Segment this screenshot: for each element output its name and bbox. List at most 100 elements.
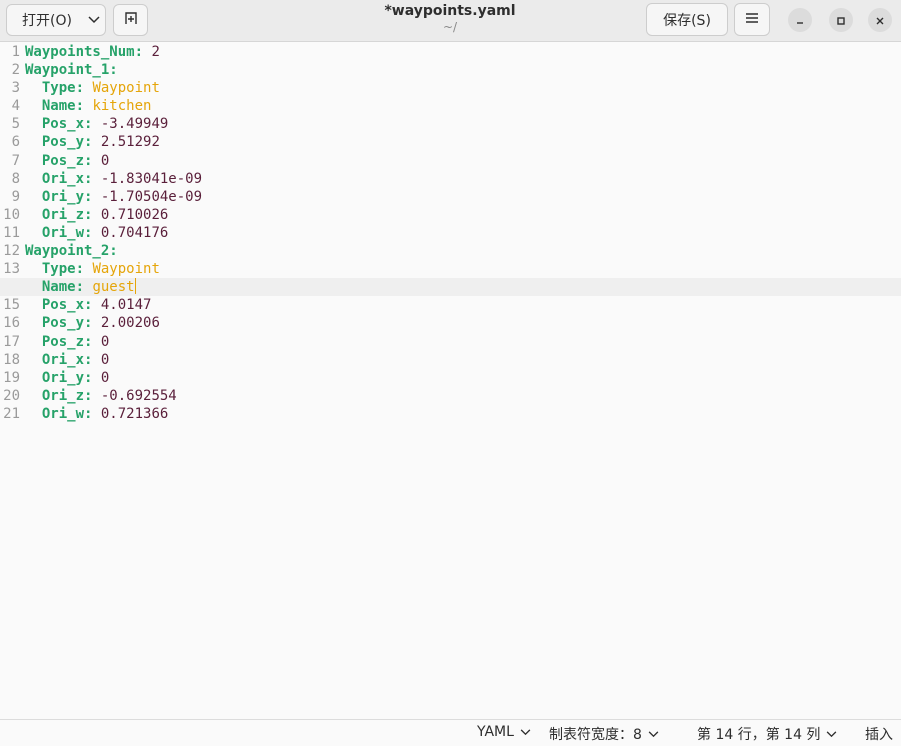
line-number: 19: [3, 369, 20, 386]
yaml-value: 2: [143, 44, 160, 60]
yaml-key: Pos_y: [41, 315, 85, 332]
yaml-key: Name: [41, 279, 76, 296]
yaml-key: Ori_w: [41, 224, 85, 241]
document-title: *waypoints.yaml: [384, 3, 516, 19]
minimize-icon: [795, 11, 805, 30]
yaml-key: Ori_y: [41, 188, 85, 205]
code-line[interactable]: Ori_z: 0.710026: [25, 206, 901, 224]
line-number: 7: [11, 152, 20, 169]
line-number-gutter: 123456789101112131415161718192021: [0, 43, 20, 423]
tab-width-selector[interactable]: 制表符宽度：8: [549, 724, 659, 744]
yaml-value: 2.00206: [92, 315, 160, 332]
code-line[interactable]: Ori_y: 0: [25, 369, 901, 387]
yaml-separator: :: [75, 98, 85, 115]
code-line[interactable]: Waypoint_2:: [25, 242, 901, 260]
code-line[interactable]: Waypoint_1:: [25, 61, 901, 79]
line-number: 20: [3, 387, 20, 404]
yaml-value: 0.721366: [92, 405, 169, 422]
line-number: 13: [3, 261, 20, 278]
yaml-separator: :: [134, 44, 144, 60]
yaml-value: guest: [84, 279, 135, 296]
line-number: 10: [3, 206, 20, 223]
code-line[interactable]: Ori_w: 0.721366: [25, 405, 901, 423]
code-line[interactable]: Waypoints_Num: 2: [25, 43, 901, 61]
code-line[interactable]: Type: Waypoint: [25, 260, 901, 278]
code-line[interactable]: Pos_z: 0: [25, 333, 901, 351]
cursor-position-selector[interactable]: 第 14 行，第 14 列: [697, 724, 837, 744]
yaml-key: Ori_x: [41, 351, 85, 368]
tab-width-label: 制表符宽度：8: [549, 727, 642, 743]
yaml-value: Waypoint: [84, 261, 160, 278]
code-line[interactable]: Name: guest: [0, 278, 901, 297]
open-button[interactable]: 打开(O): [6, 4, 106, 36]
status-bar: YAML 制表符宽度：8 第 14 行，第 14 列 插入: [0, 719, 901, 746]
line-number: 21: [3, 405, 20, 422]
line-number: 1: [11, 44, 20, 60]
yaml-value: -3.49949: [92, 116, 169, 133]
yaml-value: -1.83041e-09: [92, 170, 203, 187]
language-selector[interactable]: YAML: [477, 724, 531, 740]
yaml-key: Pos_z: [41, 333, 85, 350]
minimize-button[interactable]: [788, 8, 812, 32]
yaml-value: 0: [92, 333, 110, 350]
window-title-area: *waypoints.yaml ~/: [300, 2, 600, 34]
code-line[interactable]: Name: kitchen: [25, 97, 901, 115]
code-line[interactable]: Pos_y: 2.51292: [25, 133, 901, 151]
yaml-value: kitchen: [84, 98, 152, 115]
yaml-key: Name: [41, 98, 76, 115]
insert-mode-indicator[interactable]: 插入: [865, 724, 893, 744]
yaml-key: Ori_x: [41, 170, 85, 187]
code-line[interactable]: Ori_z: -0.692554: [25, 387, 901, 405]
code-line[interactable]: Pos_x: -3.49949: [25, 115, 901, 133]
text-editor-area[interactable]: 123456789101112131415161718192021 Waypoi…: [0, 43, 901, 719]
yaml-key: Pos_y: [41, 134, 85, 151]
menu-button[interactable]: [734, 3, 770, 36]
code-line[interactable]: Ori_x: -1.83041e-09: [25, 170, 901, 188]
line-number: 17: [3, 333, 20, 350]
yaml-key: Pos_x: [41, 116, 85, 133]
yaml-key: Ori_w: [41, 405, 85, 422]
code-line[interactable]: Ori_w: 0.704176: [25, 224, 901, 242]
code-line[interactable]: Pos_z: 0: [25, 152, 901, 170]
hamburger-menu-icon: [745, 12, 759, 28]
close-button[interactable]: [868, 8, 892, 32]
yaml-key: Ori_z: [41, 387, 85, 404]
chevron-down-icon: [520, 724, 531, 740]
yaml-value: -1.70504e-09: [92, 188, 203, 205]
new-tab-button[interactable]: [113, 4, 148, 36]
line-number: 18: [3, 351, 20, 368]
yaml-key: Waypoint_2: [25, 243, 110, 260]
yaml-value: 4.0147: [92, 297, 152, 314]
yaml-value: 0: [92, 351, 110, 368]
text-cursor: [134, 278, 136, 295]
save-button[interactable]: 保存(S): [646, 3, 728, 36]
code-line[interactable]: Pos_x: 4.0147: [25, 296, 901, 314]
code-line[interactable]: Ori_y: -1.70504e-09: [25, 188, 901, 206]
close-icon: [875, 11, 885, 30]
code-line[interactable]: Pos_y: 2.00206: [25, 314, 901, 332]
code-line[interactable]: Type: Waypoint: [25, 79, 901, 97]
yaml-key: Waypoint_1: [25, 62, 110, 79]
yaml-value: Waypoint: [84, 80, 160, 97]
code-content[interactable]: Waypoints_Num: 2 Waypoint_1: Type: Waypoi…: [0, 43, 901, 423]
text-editor-window: 打开(O) *waypoints.yaml ~/ 保存(S) 1 2 3 4 5…: [0, 0, 901, 746]
chevron-down-icon: [88, 12, 100, 28]
line-number: 4: [11, 98, 20, 115]
maximize-button[interactable]: [829, 8, 853, 32]
chevron-down-icon: [648, 726, 659, 742]
code-line[interactable]: Ori_x: 0: [25, 351, 901, 369]
yaml-value: -0.692554: [92, 387, 177, 404]
line-number: 5: [11, 116, 20, 133]
